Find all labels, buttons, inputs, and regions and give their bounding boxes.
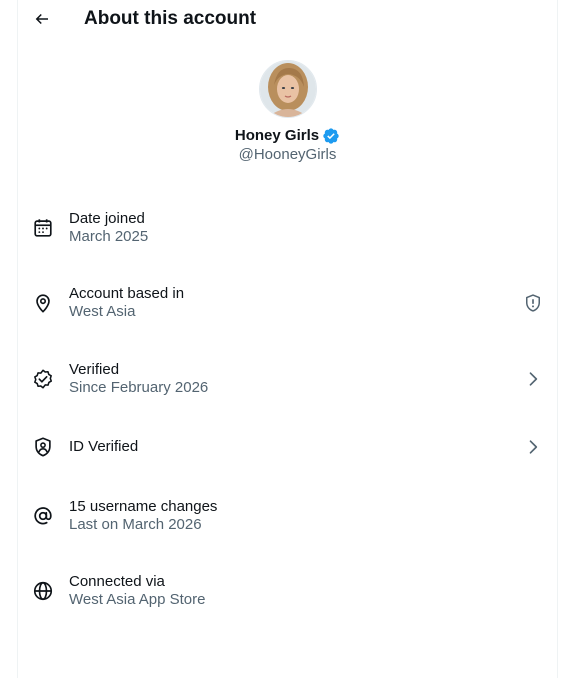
location-pin-icon [36, 294, 50, 313]
globe-icon [33, 581, 53, 601]
chevron-right-icon [529, 372, 538, 386]
display-name: Honey Girls [234, 127, 320, 144]
detail-value: West Asia App Store [69, 591, 206, 608]
avatar-image [259, 61, 316, 117]
page-title: About this account [84, 8, 257, 29]
avatar[interactable] [258, 60, 317, 118]
account-info-panel: About this account Honey Girls @HooneyGi… [17, 0, 558, 678]
shield-alert-icon[interactable] [523, 293, 543, 313]
verified-badge-icon [34, 369, 53, 389]
detail-label: ID Verified [69, 438, 139, 455]
calendar-icon [34, 219, 52, 237]
profile-summary: Honey Girls @HooneyGirls [18, 60, 557, 165]
detail-value: Since February 2026 [69, 379, 209, 396]
detail-row-connected-via: Connected via West Asia App Store [18, 573, 557, 623]
username-handle: @HooneyGirls [238, 146, 337, 163]
detail-row-date-joined: Date joined March 2025 [18, 210, 557, 260]
back-button[interactable] [25, 2, 59, 36]
id-shield-icon [35, 437, 51, 457]
header: About this account [18, 0, 557, 38]
at-sign-icon [34, 507, 52, 525]
detail-row-username-changes: 15 username changes Last on March 2026 [18, 498, 557, 548]
detail-value: March 2025 [69, 228, 149, 245]
detail-row-account-based-in: Account based in West Asia [18, 285, 557, 335]
detail-row-id-verified[interactable]: ID Verified [18, 429, 557, 479]
detail-label: Verified [69, 361, 120, 378]
detail-value: West Asia [69, 303, 136, 320]
detail-row-verified[interactable]: Verified Since February 2026 [18, 361, 557, 411]
detail-label: Connected via [69, 573, 165, 590]
detail-label: 15 username changes [69, 498, 218, 515]
detail-value: Last on March 2026 [69, 516, 202, 533]
arrow-left-icon [35, 13, 48, 25]
detail-label: Account based in [69, 285, 185, 302]
chevron-right-icon [529, 440, 538, 454]
detail-label: Date joined [69, 210, 145, 227]
verified-badge-icon [323, 127, 339, 144]
